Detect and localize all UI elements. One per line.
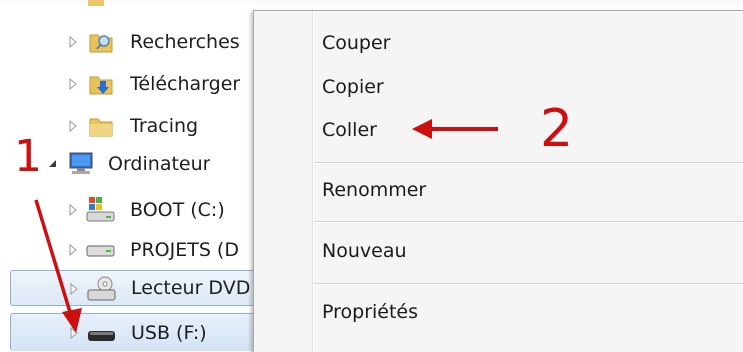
annotation-arrows: [34, 119, 498, 333]
arrow-to-coller: [412, 119, 498, 139]
arrow-to-usb: [34, 199, 82, 333]
